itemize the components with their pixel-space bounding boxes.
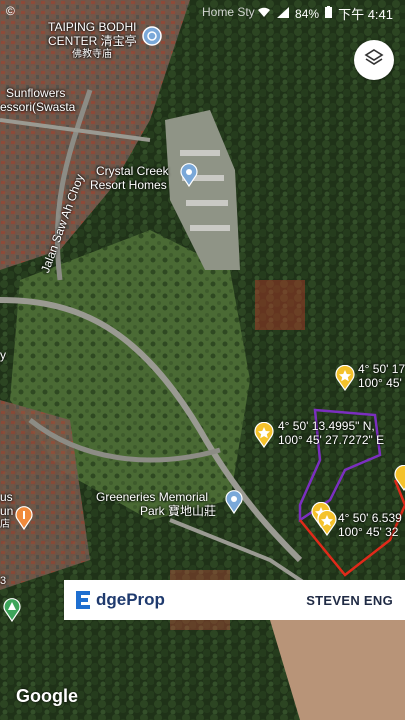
lot-overlay [255, 280, 305, 330]
resort-building [186, 200, 228, 206]
agent-name: STEVEN ENG [306, 592, 393, 608]
partial-label-3: 3 [0, 575, 7, 587]
layers-icon [364, 48, 384, 73]
star-pin-icon[interactable] [334, 364, 355, 392]
edgeprop-logo-icon [76, 591, 90, 609]
coordinate-label: 4° 50' 6.539 100° 45' 32 [338, 511, 402, 539]
edgeprop-wordmark: dgeProp [96, 590, 165, 609]
map-screen[interactable]: © Home Sty 84% 下午 4:41 TAIPING BODHI CEN… [0, 0, 405, 720]
place-label-taiping-bodhi[interactable]: TAIPING BODHI CENTER 清宝亭 佛教寺庙 [48, 20, 137, 62]
place-label-greeneries[interactable]: Greeneries Memorial Park 寶地山莊 [96, 490, 216, 518]
resort-building [180, 150, 220, 156]
partial-label-y: y [0, 348, 6, 362]
watermark-banner: dgeProp STEVEN ENG [64, 580, 405, 620]
coordinate-label: 4° 50' 17 100° 45' [358, 362, 405, 390]
battery-percent: 84% [295, 6, 320, 21]
wifi-icon [257, 7, 271, 21]
signal-icon [277, 6, 290, 21]
star-pin-icon[interactable] [316, 509, 337, 537]
edgeprop-logo: dgeProp [74, 589, 165, 611]
status-time: 下午 4:41 [338, 7, 393, 22]
resort-building [190, 225, 230, 231]
place-label-crystal-creek[interactable]: Crystal Creek Resort Homes [90, 164, 169, 192]
status-left-icon: © [6, 4, 15, 18]
status-right: 84% 下午 4:41 [257, 4, 393, 23]
place-label-sunflowers[interactable]: Sunflowers essori(Swasta [0, 86, 75, 114]
coordinate-label: 4° 50' 13.4995" N, 100° 45' 27.7272" E [278, 419, 385, 447]
location-pin-icon[interactable] [179, 163, 199, 188]
temple-icon[interactable] [142, 26, 162, 46]
place-label-us-un[interactable]: us un 店 [0, 490, 13, 532]
park-icon[interactable] [2, 598, 22, 623]
restaurant-icon[interactable] [14, 506, 34, 531]
star-pin-icon[interactable] [393, 464, 405, 492]
status-app-title: Home Sty [202, 5, 255, 19]
layers-button[interactable] [354, 40, 394, 80]
star-pin-icon[interactable] [253, 421, 274, 449]
location-pin-icon[interactable] [224, 490, 244, 515]
battery-icon [325, 6, 333, 21]
google-attribution: Google [16, 686, 78, 706]
